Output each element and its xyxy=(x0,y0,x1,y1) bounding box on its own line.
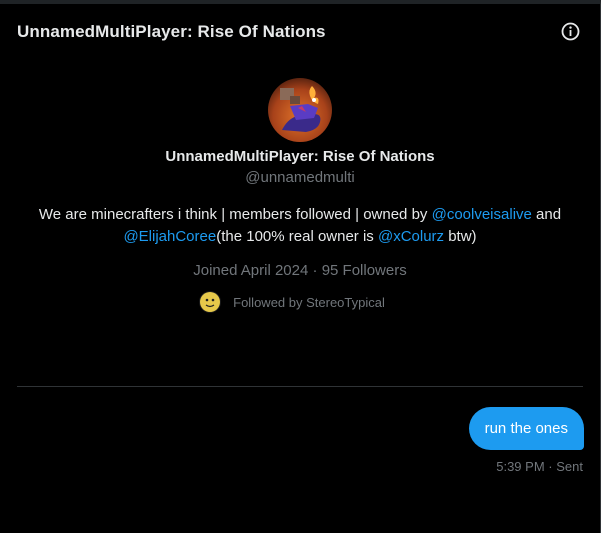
profile-summary: UnnamedMultiPlayer: Rise Of Nations @unn… xyxy=(0,78,600,313)
message-time: 5:39 PM xyxy=(496,459,545,474)
bio-text: and xyxy=(531,206,562,223)
profile-meta: Joined April 2024 · 95 Followers xyxy=(0,262,600,279)
mention-link[interactable]: @coolveisalive xyxy=(432,206,532,223)
profile-name[interactable]: UnnamedMultiPlayer: Rise Of Nations xyxy=(0,148,600,165)
conversation-title: UnnamedMultiPlayer: Rise Of Nations xyxy=(17,22,326,41)
meta-separator: · xyxy=(548,459,553,474)
conversation-header: UnnamedMultiPlayer: Rise Of Nations xyxy=(0,4,600,60)
bio-text: btw) xyxy=(444,228,477,245)
followers-count[interactable]: 95 Followers xyxy=(322,262,407,279)
joined-date: Joined April 2024 xyxy=(193,262,309,279)
meta-separator: · xyxy=(312,262,318,279)
message-meta: 5:39 PM · Sent xyxy=(496,459,583,474)
bio-text: (the 100% real owner is xyxy=(216,228,378,245)
dm-window: UnnamedMultiPlayer: Rise Of Nations Unna… xyxy=(0,0,601,533)
followed-by-text: Followed by StereoTypical xyxy=(233,294,385,310)
mention-link[interactable]: @ElijahCoree xyxy=(123,228,216,245)
followed-by[interactable]: Followed by StereoTypical xyxy=(0,291,600,313)
bio-text: We are minecrafters i think | members fo… xyxy=(38,206,432,223)
message-status: Sent xyxy=(556,459,583,474)
profile-handle: @unnamedmulti xyxy=(245,169,355,186)
info-icon[interactable] xyxy=(561,22,580,41)
message-bubble[interactable]: run the ones xyxy=(468,407,584,450)
profile-bio: We are minecrafters i think | members fo… xyxy=(20,204,580,248)
divider xyxy=(17,386,583,387)
profile-avatar[interactable] xyxy=(268,78,332,142)
mention-link[interactable]: @xColurz xyxy=(378,228,444,245)
follower-avatar xyxy=(199,291,222,313)
